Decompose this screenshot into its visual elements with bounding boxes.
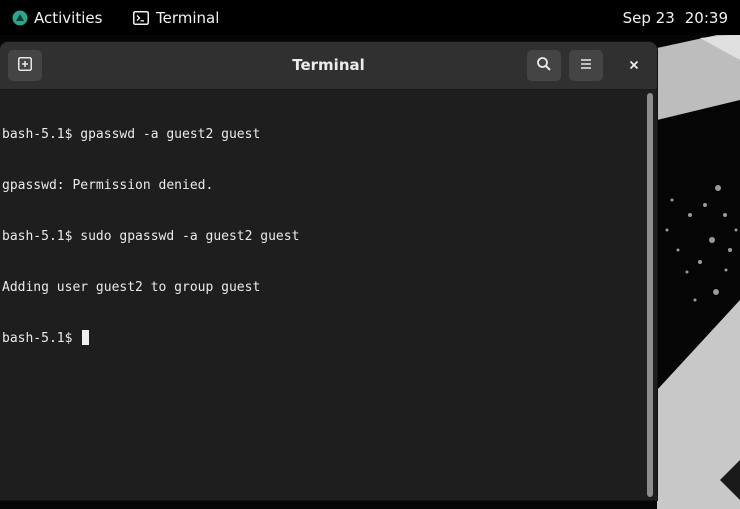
scrollbar-thumb[interactable] xyxy=(647,93,653,497)
terminal-line: bash-5.1$ sudo gpasswd -a guest2 guest xyxy=(2,229,300,244)
activities-label: Activities xyxy=(34,8,103,27)
hamburger-menu-icon xyxy=(578,56,594,76)
top-bar: Activities Terminal Sep 23 20:39 xyxy=(0,0,740,35)
clock-button[interactable]: Sep 23 20:39 xyxy=(623,0,728,35)
terminal-prompt: bash-5.1$ xyxy=(2,331,81,346)
main-menu-button[interactable] xyxy=(569,50,603,81)
distro-logo-icon xyxy=(12,10,28,26)
search-icon xyxy=(536,56,552,76)
text-cursor xyxy=(82,330,90,345)
search-button[interactable] xyxy=(527,50,561,81)
terminal-line: gpasswd: Permission denied. xyxy=(2,178,214,193)
app-menu-button[interactable]: Terminal xyxy=(133,0,219,35)
terminal-output[interactable]: bash-5.1$ gpasswd -a guest2 guest gpassw… xyxy=(0,90,642,500)
header-bar: Terminal xyxy=(0,42,657,90)
close-icon xyxy=(628,56,640,75)
terminal-scrollbar[interactable] xyxy=(645,91,655,499)
terminal-app-icon xyxy=(133,10,149,25)
new-tab-icon xyxy=(17,56,33,76)
terminal-prompt-line: bash-5.1$ xyxy=(2,330,642,347)
new-tab-button[interactable] xyxy=(8,50,42,81)
activities-button[interactable]: Activities xyxy=(12,0,102,35)
terminal-window: Terminal bash-5.1$ gpasswd -a guest2 gue… xyxy=(0,42,657,500)
close-button[interactable] xyxy=(617,50,651,81)
clock-date: Sep 23 xyxy=(622,8,675,27)
app-menu-label: Terminal xyxy=(156,8,220,27)
terminal-line: bash-5.1$ gpasswd -a guest2 guest xyxy=(2,127,261,142)
terminal-line: Adding user guest2 to group guest xyxy=(2,280,261,295)
clock-time: 20:39 xyxy=(684,8,728,27)
